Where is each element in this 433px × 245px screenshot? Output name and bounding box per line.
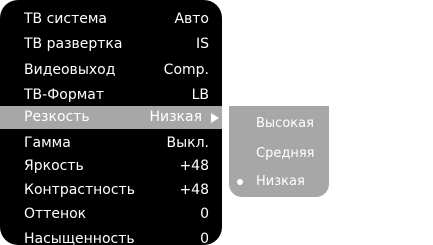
menu-item-value: 0 bbox=[200, 231, 209, 245]
menu-item-value: Низкая bbox=[149, 109, 202, 125]
menu-item-label: Насыщенность bbox=[24, 231, 135, 245]
menu-item-label: ТВ развертка bbox=[24, 36, 123, 52]
menu-item-label: Контрастность bbox=[24, 182, 135, 198]
submenu-option-label: Низкая bbox=[256, 174, 305, 189]
sharpness-submenu: Высокая Средняя Низкая bbox=[229, 106, 329, 197]
menu-item-value: +48 bbox=[179, 158, 209, 174]
menu-item-label: ТВ система bbox=[24, 11, 108, 27]
menu-item-label: ТВ-Формат bbox=[24, 87, 105, 103]
menu-item-sharpness[interactable]: Резкость Низкая bbox=[0, 106, 222, 129]
screen: ТВ система Авто ТВ развертка IS Видеовых… bbox=[0, 0, 433, 245]
menu-item-value: +48 bbox=[179, 182, 209, 198]
bullet-dot-icon bbox=[237, 179, 243, 185]
submenu-option-label: Высокая bbox=[256, 116, 314, 131]
menu-item-value: Авто bbox=[174, 11, 209, 27]
menu-item-brightness[interactable]: Яркость +48 bbox=[0, 155, 222, 178]
menu-item-hue[interactable]: Оттенок 0 bbox=[0, 203, 222, 226]
menu-item-value: Comp. bbox=[163, 62, 209, 78]
menu-item-label: Гамма bbox=[24, 135, 71, 151]
menu-item-value: 0 bbox=[200, 206, 209, 222]
submenu-option-low[interactable]: Низкая bbox=[229, 169, 329, 194]
menu-item-label: Резкость bbox=[24, 109, 90, 125]
submenu-option-high[interactable]: Высокая bbox=[229, 111, 329, 136]
submenu-option-medium[interactable]: Средняя bbox=[229, 141, 329, 166]
menu-item-tv-system[interactable]: ТВ система Авто bbox=[0, 8, 222, 31]
submenu-option-label: Средняя bbox=[256, 146, 315, 161]
menu-item-label: Видеовыход bbox=[24, 62, 116, 78]
menu-item-contrast[interactable]: Контрастность +48 bbox=[0, 179, 222, 202]
settings-menu: ТВ система Авто ТВ развертка IS Видеовых… bbox=[0, 0, 222, 245]
menu-item-saturation[interactable]: Насыщенность 0 bbox=[0, 228, 222, 245]
menu-item-label: Яркость bbox=[24, 158, 84, 174]
menu-item-tv-scan[interactable]: ТВ развертка IS bbox=[0, 33, 222, 56]
menu-item-value: IS bbox=[195, 36, 209, 52]
triangle-right-icon bbox=[211, 113, 219, 123]
menu-item-value: LB bbox=[191, 87, 209, 103]
menu-item-value: Выкл. bbox=[166, 135, 209, 151]
menu-item-tv-format[interactable]: ТВ-Формат LB bbox=[0, 84, 222, 107]
menu-item-video-output[interactable]: Видеовыход Comp. bbox=[0, 59, 222, 82]
menu-item-gamma[interactable]: Гамма Выкл. bbox=[0, 132, 222, 155]
menu-item-label: Оттенок bbox=[24, 206, 87, 222]
